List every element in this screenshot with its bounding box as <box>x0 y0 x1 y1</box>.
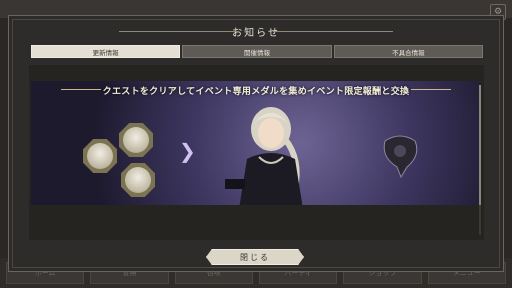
reward-item-icon <box>383 135 418 179</box>
scroll-thumb[interactable] <box>479 85 481 205</box>
medal-icon <box>83 139 117 173</box>
dialog-title-bar: お知らせ <box>9 22 503 40</box>
tab-events[interactable]: 開催情報 <box>182 45 332 58</box>
tab-updates[interactable]: 更新情報 <box>31 45 181 58</box>
arrow-right-icon: ❯ <box>179 139 196 163</box>
title-divider-left <box>119 31 239 32</box>
banner-rule-right <box>411 89 451 90</box>
notice-content: クエストをクリアしてイベント専用メダルを集めイベント限定報酬と交換 ❯ <box>29 65 484 240</box>
banner-headline: クエストをクリアしてイベント専用メダルを集めイベント限定報酬と交換 <box>102 87 410 97</box>
notice-dialog: お知らせ 更新情報 開催情報 不具合情報 クエストをクリアしてイベント専用メダル… <box>8 15 504 272</box>
medal-icon <box>119 123 153 157</box>
title-divider-right <box>273 31 393 32</box>
close-button[interactable]: 閉じる <box>206 249 304 265</box>
character-illustration <box>225 107 303 205</box>
tab-bugs[interactable]: 不具合情報 <box>333 45 483 58</box>
event-banner[interactable]: クエストをクリアしてイベント専用メダルを集めイベント限定報酬と交換 ❯ <box>31 81 481 205</box>
medal-icon <box>121 163 155 197</box>
notice-tabs: 更新情報 開催情報 不具合情報 <box>31 45 483 58</box>
